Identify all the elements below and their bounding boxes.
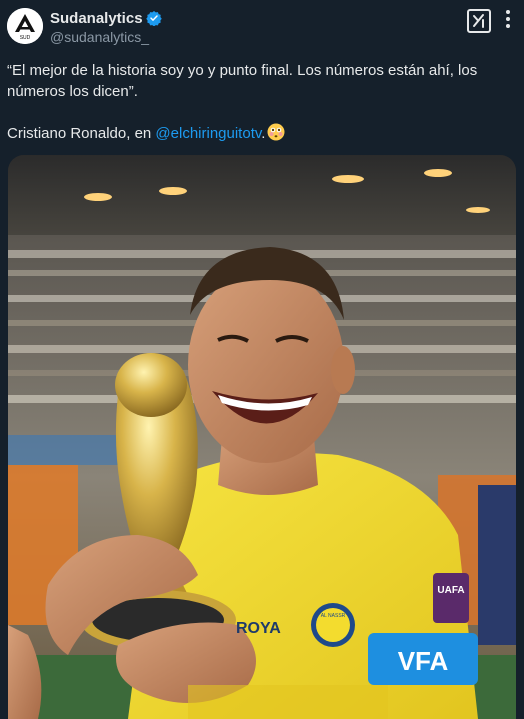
author-display-name[interactable]: Sudanalytics [50, 10, 143, 27]
sleeve-badge: UAFA [433, 573, 469, 623]
jersey-lower [188, 685, 388, 719]
armband-text: VFA [398, 646, 449, 676]
grok-icon[interactable] [467, 9, 491, 33]
credit-suffix: . [261, 125, 266, 142]
quote-line: “El mejor de la historia soy yo y punto … [7, 62, 478, 100]
credit-prefix: Cristiano Ronaldo, en [7, 125, 156, 142]
jersey-sponsor: ROYA [236, 620, 281, 637]
sleeve-badge-text: UAFA [437, 585, 464, 596]
tweet-header: SUD Sudanalytics @sudanalytics_ [0, 0, 524, 52]
stadium-roof [8, 155, 516, 245]
avatar-letters: SUD [20, 35, 31, 41]
tweet-photo[interactable]: ROYA AL NASSR UAFA VFA [8, 155, 516, 719]
mention-link[interactable]: @elchiringuitotv [155, 125, 261, 142]
tweet-text: “El mejor de la historia soy yo y punto … [7, 60, 512, 144]
flushed-face-emoji-icon [267, 123, 285, 141]
captain-armband: VFA [368, 633, 478, 685]
sudanalytics-logo-icon: SUD [7, 8, 43, 44]
crest: AL NASSR [311, 603, 355, 647]
more-vertical-icon[interactable] [499, 8, 517, 30]
ear [331, 346, 355, 394]
author-handle[interactable]: @sudanalytics_ [50, 29, 149, 45]
author-avatar[interactable]: SUD [7, 8, 43, 44]
credit-line: Cristiano Ronaldo, en @elchiringuitotv. [7, 123, 512, 144]
crest-text: AL NASSR [321, 613, 346, 619]
face [188, 267, 344, 463]
verified-badge-icon[interactable] [145, 10, 162, 27]
person-right [478, 485, 516, 645]
name-row: Sudanalytics [50, 9, 162, 27]
